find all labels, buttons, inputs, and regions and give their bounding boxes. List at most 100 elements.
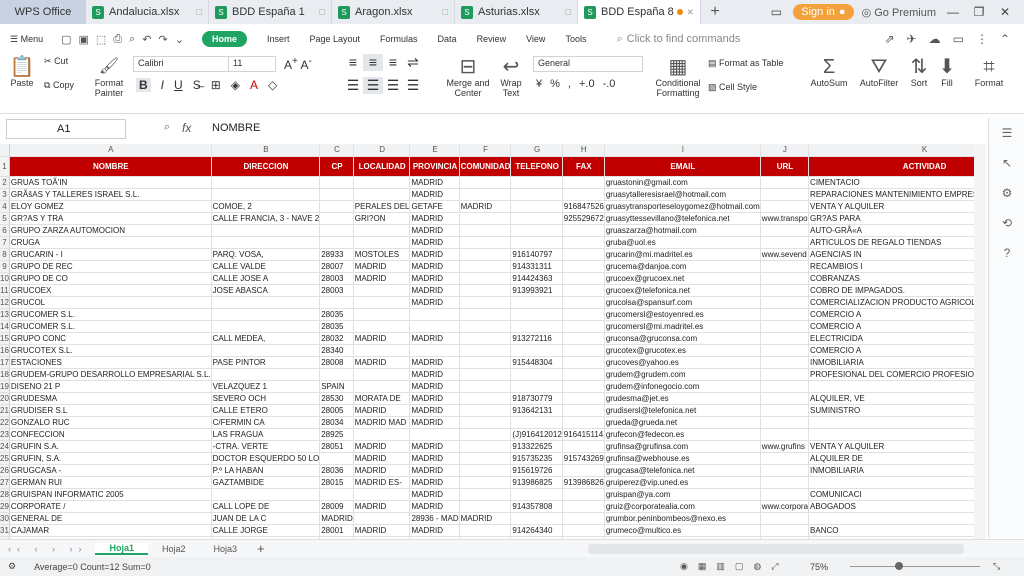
cell[interactable]: 913272116 [510,332,563,345]
cell[interactable]: JOSE ABASCA [211,284,321,297]
cell[interactable]: www.grufins [760,440,810,453]
column-header[interactable]: K [808,144,986,157]
format-painter-button[interactable]: 🖌 Format Painter [92,56,126,98]
cell[interactable] [319,176,354,189]
cell[interactable]: INMOBILIARIA [808,356,986,369]
cell[interactable]: grucomersl@mi.madritel.es [604,320,761,333]
cell[interactable] [510,188,563,201]
cell[interactable] [319,224,354,237]
cell[interactable]: MADRID [409,248,460,261]
cell[interactable]: gruasyttessevillano@telefonica.net [604,212,761,225]
cell[interactable]: gruiz@corporatealia.com [604,500,761,513]
cell[interactable]: CIMENTACIO [808,176,986,189]
macro-icon[interactable]: ⚙ [0,561,24,572]
cell[interactable]: 28035 [319,320,354,333]
cell[interactable] [319,368,354,381]
tab-home[interactable]: Home [201,31,247,47]
cell[interactable] [319,200,354,213]
align-left-icon[interactable]: ☰ [343,77,363,94]
cell[interactable] [562,404,605,417]
comma-icon[interactable]: , [568,78,571,90]
column-header[interactable]: D [353,144,411,157]
cell[interactable]: GAZTAMBIDE [211,476,321,489]
cell[interactable]: CALLE VALDE [211,260,321,273]
cell[interactable]: 916140797 [510,248,563,261]
row-number[interactable]: 28 [0,488,10,501]
cell[interactable]: MADRID [409,404,460,417]
header-cell[interactable]: COMUNIDAD [459,156,512,177]
cell[interactable]: 913986825 [510,476,563,489]
cell[interactable] [510,488,563,501]
cell[interactable]: 915743269 [562,452,605,465]
new-icon[interactable]: ▢ [61,33,71,46]
cell[interactable]: CAJAMAR [9,524,212,537]
autofilter-button[interactable]: ⛛ AutoFilter [856,56,902,88]
cell[interactable]: grumeco@multico.es [604,524,761,537]
cell[interactable]: 28034 [319,416,354,429]
cell[interactable] [760,416,810,429]
cell[interactable] [459,320,512,333]
cell[interactable]: GRÃšAS Y TALLERES ISRAEL S.L. [9,188,212,201]
tab-tools[interactable]: Tools [555,34,596,44]
print-preview-icon[interactable]: ⌕ [129,33,135,46]
increase-decimal-icon[interactable]: +.0 [579,78,595,90]
cell[interactable]: MADRID [353,260,411,273]
cell[interactable] [459,440,512,453]
cell[interactable] [562,344,605,357]
horizontal-scrollbar[interactable] [588,543,964,554]
cell[interactable]: MADRID [353,440,411,453]
cell[interactable] [459,344,512,357]
border-icon[interactable]: ⊞ [211,78,221,92]
cell[interactable]: MADRID [409,452,460,465]
row-number[interactable]: 31 [0,524,10,537]
cell[interactable]: MADRID [353,356,411,369]
cell[interactable] [459,248,512,261]
cell[interactable] [760,320,810,333]
cell[interactable]: COMOE, 2 [211,200,321,213]
cell[interactable]: GRUISPAN INFORMATIC 2005 [9,488,212,501]
cell[interactable]: GRUGCASA - [9,464,212,477]
cell[interactable]: www.transpo [760,212,810,225]
cell[interactable]: grugcasa@telefonica.net [604,464,761,477]
cell[interactable]: MADRID [409,488,460,501]
cell[interactable]: GRUCOMER S.L. [9,308,212,321]
cell[interactable] [459,356,512,369]
column-header[interactable]: J [760,144,810,157]
cell[interactable]: GRUCOL [9,296,212,309]
cell[interactable]: COMUNICACI [808,488,986,501]
file-tab-asturias[interactable]: S Asturias.xlsx □ [455,0,578,24]
cell[interactable] [562,248,605,261]
cell[interactable]: grudem@grudem.com [604,368,761,381]
cell[interactable]: CORPORATE / [9,500,212,513]
cell[interactable] [760,476,810,489]
wps-office-tab[interactable]: WPS Office [0,0,86,24]
cell[interactable] [562,440,605,453]
cell[interactable]: AGENCIAS IN [808,248,986,261]
cell[interactable]: SEVERO OCH [211,392,321,405]
zoom-icon[interactable]: ⌕ [164,121,170,134]
cell[interactable] [353,308,411,321]
cell[interactable]: 28035 [319,308,354,321]
cell[interactable]: 916847526 [562,200,605,213]
font-size-select[interactable]: 11 [228,56,276,72]
collab-icon[interactable]: ✈ [907,32,917,46]
cell[interactable]: MADRID [409,272,460,285]
cell[interactable] [760,260,810,273]
justify-icon[interactable]: ☰ [403,77,423,94]
row-number[interactable]: 6 [0,224,10,237]
cell[interactable]: 28933 [319,248,354,261]
cell[interactable] [562,272,605,285]
row-number[interactable]: 16 [0,344,10,357]
row-number[interactable]: 30 [0,512,10,525]
cell[interactable] [760,488,810,501]
align-top-icon[interactable]: ≡ [343,54,363,71]
cell[interactable] [319,188,354,201]
cell[interactable] [562,380,605,393]
currency-icon[interactable]: ¥ [536,78,542,90]
row-number[interactable]: 1 [0,156,10,177]
cell[interactable]: grucema@danjoa.com [604,260,761,273]
cell[interactable] [211,296,321,309]
cell[interactable]: MADRID [409,236,460,249]
cell[interactable] [760,284,810,297]
cell[interactable] [510,512,563,525]
